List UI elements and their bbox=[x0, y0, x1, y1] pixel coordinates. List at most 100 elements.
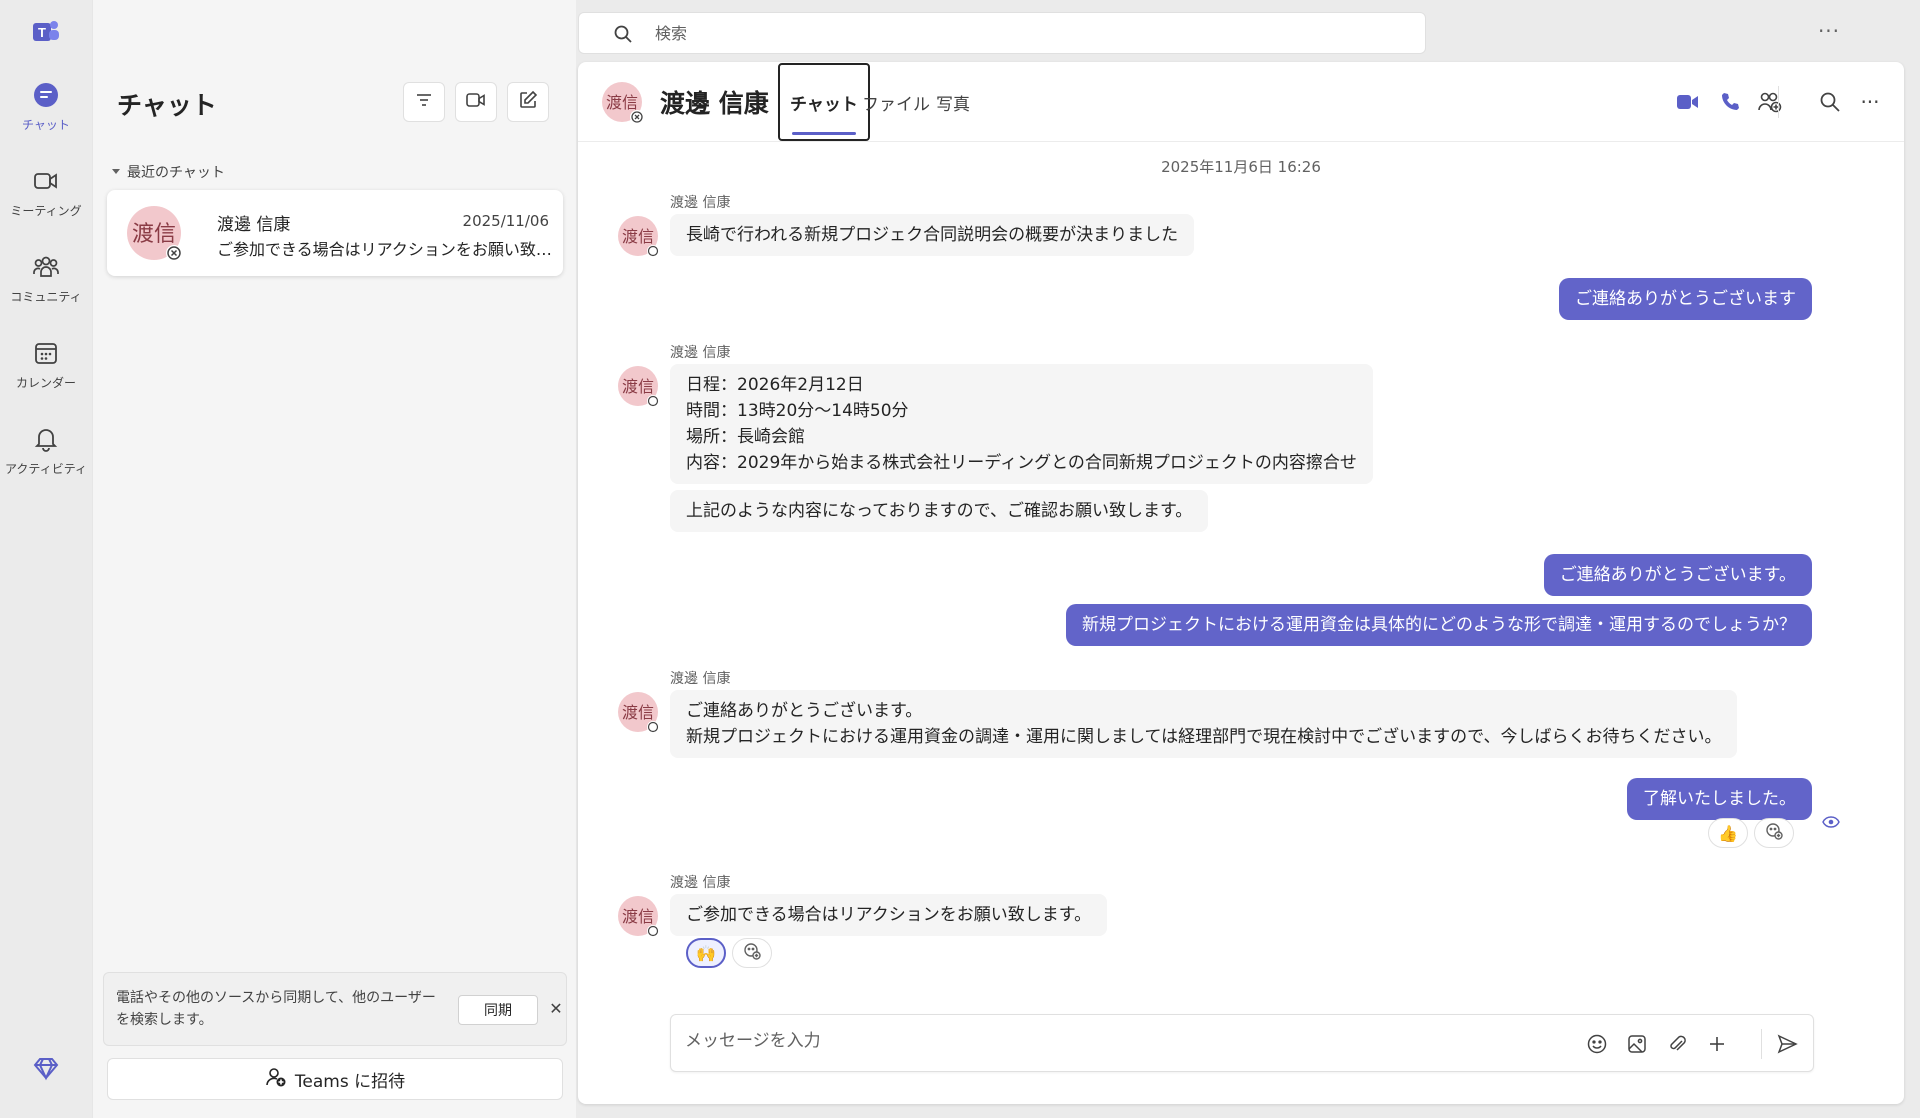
chat-list-title: チャット bbox=[117, 91, 217, 120]
chat-item-date: 2025/11/06 bbox=[462, 212, 549, 230]
avatar[interactable]: 渡信 bbox=[618, 896, 659, 937]
message-text: 上記のような内容になっておりますので、ご確認お願い致します。 bbox=[686, 501, 1193, 521]
invite-label: Teams に招待 bbox=[294, 1071, 406, 1092]
search-icon[interactable] bbox=[1814, 86, 1846, 118]
message-bubble-incoming[interactable]: ご参加できる場合はリアクションをお願い致します。 bbox=[670, 894, 1108, 936]
add-people-icon[interactable] bbox=[1754, 86, 1786, 118]
global-search-bar[interactable] bbox=[578, 12, 1426, 54]
header-divider bbox=[1778, 86, 1779, 118]
reaction-thumbs-up[interactable]: 👍 bbox=[1708, 818, 1748, 848]
new-chat-button[interactable] bbox=[507, 82, 549, 122]
sync-button[interactable]: 同期 bbox=[458, 995, 538, 1025]
message-text: ご連絡ありがとうございます。 bbox=[1559, 565, 1796, 585]
video-call-icon[interactable] bbox=[1672, 86, 1704, 118]
more-options-icon[interactable]: ··· bbox=[1854, 86, 1886, 118]
filter-icon bbox=[414, 90, 434, 114]
invite-to-teams-button[interactable]: Teams に招待 bbox=[107, 1058, 563, 1100]
recent-chats-label: 最近のチャット bbox=[127, 165, 225, 181]
message-text: 新規プロジェクトにおける運用資金は具体的にどのような形で調達・運用するのでしょう… bbox=[1082, 615, 1796, 635]
seen-eye-icon bbox=[1822, 814, 1840, 833]
plus-icon[interactable] bbox=[1701, 1028, 1733, 1060]
rail-item-label: チャット bbox=[22, 118, 70, 132]
composer-divider bbox=[1761, 1029, 1762, 1059]
chat-item-name: 渡邊 信康 bbox=[217, 215, 291, 235]
rail-item-activity[interactable]: アクティビティ bbox=[0, 422, 92, 498]
community-icon bbox=[29, 250, 63, 284]
teams-logo-icon: T bbox=[30, 16, 62, 48]
search-input[interactable] bbox=[655, 23, 1355, 43]
sync-description: 電話やその他のソースから同期して、他のユーザーを検索します。 bbox=[116, 990, 436, 1028]
message-bubble-incoming[interactable]: 上記のような内容になっておりますので、ご確認お願い致します。 bbox=[670, 490, 1209, 532]
image-icon[interactable] bbox=[1621, 1028, 1653, 1060]
chat-item-preview: ご参加できる場合はリアクションをお願い致します。 bbox=[217, 240, 553, 259]
avatar-initials: 渡信 bbox=[132, 222, 176, 247]
close-icon[interactable]: ✕ bbox=[548, 999, 564, 1021]
avatar[interactable]: 渡信 bbox=[602, 82, 644, 124]
avatar[interactable]: 渡信 bbox=[618, 366, 659, 407]
message-text: 新規プロジェクトにおける運用資金の調達・運用に関しましては経理部門で現在検討中で… bbox=[686, 727, 1722, 747]
rail-item-community[interactable]: コミュニティ bbox=[0, 250, 92, 326]
avatar: 渡信 bbox=[127, 206, 182, 261]
message-text: 了解いたしました。 bbox=[1643, 789, 1796, 809]
message-input[interactable] bbox=[685, 1031, 1565, 1051]
message-bubble-outgoing[interactable]: 了解いたしました。 bbox=[1627, 778, 1812, 820]
calendar-icon bbox=[29, 336, 63, 370]
rail-item-label: ミーティング bbox=[10, 204, 82, 218]
rail-item-chat[interactable]: チャット bbox=[0, 78, 92, 154]
add-person-icon bbox=[265, 1066, 287, 1093]
add-reaction-icon bbox=[1765, 822, 1783, 844]
bell-icon bbox=[29, 422, 63, 456]
send-icon[interactable] bbox=[1771, 1028, 1803, 1060]
message-bubble-outgoing[interactable]: ご連絡ありがとうございます。 bbox=[1543, 554, 1812, 596]
reaction-raised-hands[interactable]: 🙌 bbox=[686, 938, 726, 968]
more-options-icon[interactable]: ··· bbox=[1814, 16, 1844, 46]
message-sender: 渡邊 信康 bbox=[670, 671, 731, 687]
avatar[interactable]: 渡信 bbox=[618, 692, 659, 733]
avatar-initials: 渡信 bbox=[622, 227, 654, 246]
compose-icon bbox=[518, 90, 538, 114]
chat-list-item[interactable]: 渡信 渡邊 信康 2025/11/06 ご参加できる場合はリアクションをお願い致… bbox=[107, 190, 563, 276]
message-bubble-incoming[interactable]: 日程：2026年2月12日 時間：13時20分～14時50分 場所：長崎会館 内… bbox=[670, 364, 1373, 484]
video-icon bbox=[465, 90, 487, 114]
search-icon bbox=[613, 24, 633, 48]
rail-item-meeting[interactable]: ミーティング bbox=[0, 164, 92, 240]
message-text: 内容：2029年から始まる株式会社リーディングとの合同新規プロジェクトの内容擦合… bbox=[686, 453, 1357, 473]
message-text: ご連絡ありがとうございます。 bbox=[686, 701, 923, 721]
rail-item-calendar[interactable]: カレンダー bbox=[0, 336, 92, 412]
message-text: ご参加できる場合はリアクションをお願い致します。 bbox=[686, 905, 1092, 925]
avatar[interactable]: 渡信 bbox=[618, 216, 659, 257]
message-bubble-incoming[interactable]: ご連絡ありがとうございます。 新規プロジェクトにおける運用資金の調達・運用に関し… bbox=[670, 690, 1738, 758]
date-separator: 2025年11月6日 16:26 bbox=[1161, 158, 1321, 176]
message-sender: 渡邊 信康 bbox=[670, 195, 731, 211]
message-sender: 渡邊 信康 bbox=[670, 345, 731, 361]
avatar-initials: 渡信 bbox=[622, 703, 654, 722]
premium-diamond-icon[interactable] bbox=[31, 1054, 61, 1084]
message-sender: 渡邊 信康 bbox=[670, 875, 731, 891]
meet-now-button[interactable] bbox=[455, 82, 497, 122]
rail-item-label: カレンダー bbox=[15, 376, 76, 390]
avatar-initials: 渡信 bbox=[622, 907, 654, 926]
svg-text:T: T bbox=[38, 25, 46, 40]
phone-call-icon[interactable] bbox=[1714, 86, 1746, 118]
message-bubble-incoming[interactable]: 長崎で行われる新規プロジェク合同説明会の概要が決まりました bbox=[670, 214, 1195, 256]
message-text: 場所：長崎会館 bbox=[686, 427, 805, 447]
avatar-initials: 渡信 bbox=[606, 93, 638, 112]
chat-list-pane: チャット 最近のチャット 渡信 渡邊 信康 2025/11/06 ご参加できる場… bbox=[92, 0, 576, 1118]
add-reaction-icon bbox=[743, 942, 761, 964]
tab-chat[interactable]: チャット bbox=[778, 63, 870, 141]
attach-icon[interactable] bbox=[1661, 1028, 1693, 1060]
message-bubble-outgoing[interactable]: ご連絡ありがとうございます bbox=[1559, 278, 1812, 320]
conversation-pane: 渡信 渡邊 信康 チャット ファイル 写真 ··· 2025年11月6日 16:… bbox=[578, 62, 1904, 1104]
sync-contacts-banner: 電話やその他のソースから同期して、他のユーザーを検索します。 同期 ✕ bbox=[103, 972, 567, 1046]
video-icon bbox=[29, 164, 63, 198]
message-text: 長崎で行われる新規プロジェク合同説明会の概要が決まりました bbox=[686, 225, 1179, 245]
filter-button[interactable] bbox=[403, 82, 445, 122]
recent-chats-header[interactable]: 最近のチャット bbox=[111, 162, 225, 182]
add-reaction-button[interactable] bbox=[732, 938, 772, 968]
conversation-header: 渡信 渡邊 信康 チャット ファイル 写真 ··· bbox=[578, 62, 1904, 142]
message-bubble-outgoing[interactable]: 新規プロジェクトにおける運用資金は具体的にどのような形で調達・運用するのでしょう… bbox=[1066, 604, 1812, 646]
add-reaction-button[interactable] bbox=[1754, 818, 1794, 848]
tab-photos[interactable]: 写真 bbox=[936, 62, 970, 142]
tab-files[interactable]: ファイル bbox=[862, 62, 930, 142]
emoji-icon[interactable] bbox=[1581, 1028, 1613, 1060]
